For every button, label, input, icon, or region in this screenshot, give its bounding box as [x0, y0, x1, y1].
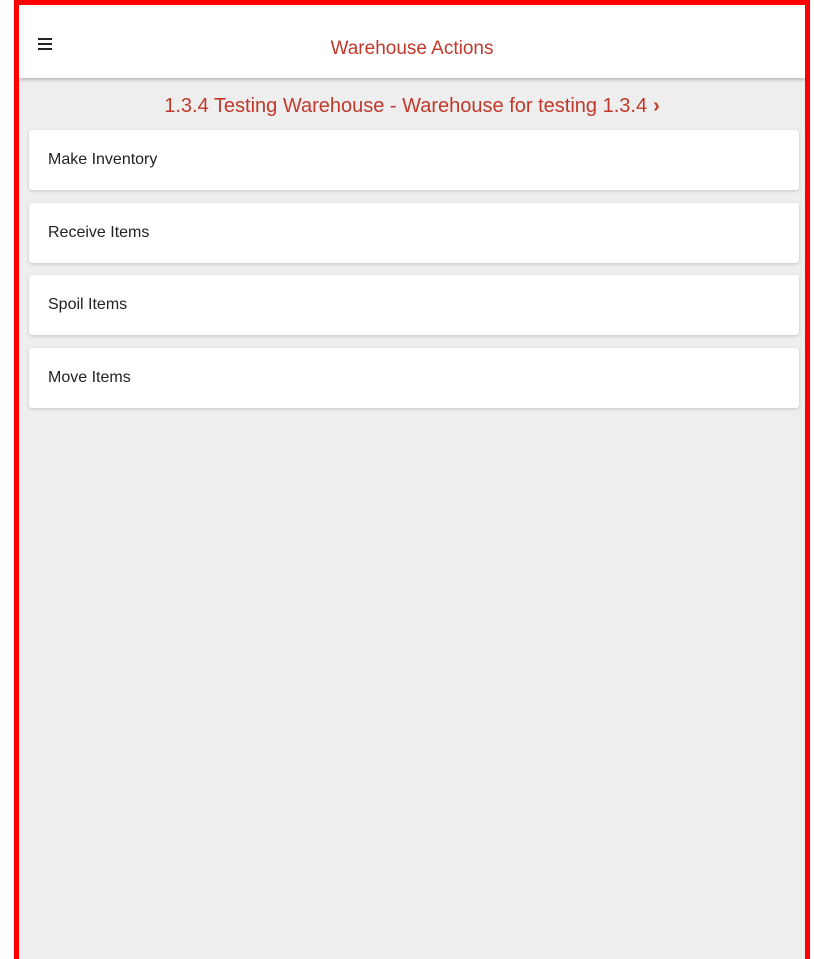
top-app-bar: Warehouse Actions — [19, 5, 805, 78]
action-list: Make Inventory Receive Items Spoil Items… — [29, 130, 799, 420]
action-label: Receive Items — [48, 223, 150, 241]
app-frame: Warehouse Actions 1.3.4 Testing Warehous… — [14, 0, 810, 959]
warehouse-selector[interactable]: 1.3.4 Testing Warehouse - Warehouse for … — [19, 92, 805, 120]
action-move-items[interactable]: Move Items — [29, 347, 799, 408]
action-make-inventory[interactable]: Make Inventory — [29, 130, 799, 190]
action-label: Spoil Items — [48, 296, 128, 313]
action-receive-items[interactable]: Receive Items — [29, 202, 799, 263]
chevron-right-icon: › — [653, 95, 660, 117]
action-label: Move Items — [48, 368, 131, 386]
warehouse-selector-label: 1.3.4 Testing Warehouse - Warehouse for … — [164, 95, 648, 117]
page-title: Warehouse Actions — [330, 38, 494, 59]
action-label: Make Inventory — [48, 151, 158, 168]
action-spoil-items[interactable]: Spoil Items — [29, 275, 799, 335]
